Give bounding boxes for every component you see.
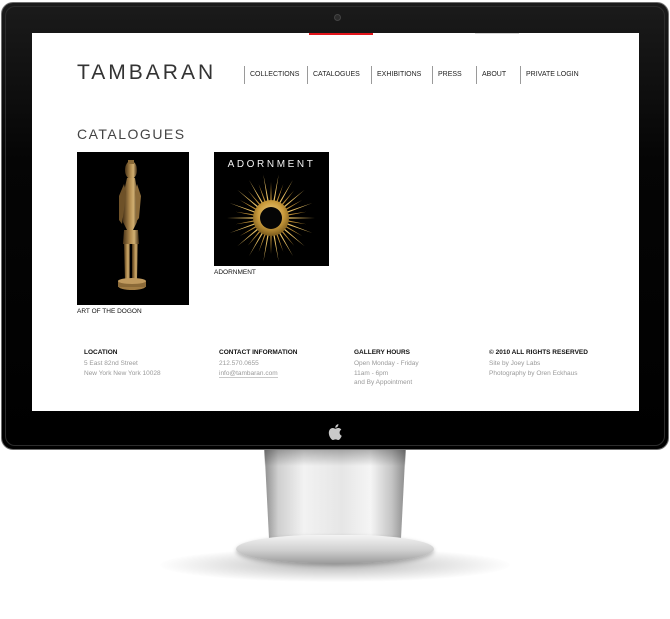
nav-collections[interactable]: COLLECTIONS	[244, 66, 307, 84]
ornament-ray	[235, 220, 256, 225]
page-title: CATALOGUES	[77, 126, 186, 142]
footer-heading: GALLERY HOURS	[354, 349, 410, 356]
footer-hours: GALLERY HOURS Open Monday - Friday 11am …	[354, 349, 489, 388]
ornament-center	[260, 207, 282, 229]
nav-private-login[interactable]: PRIVATE LOGIN	[520, 66, 584, 84]
ornament-ray	[284, 225, 303, 236]
site-footer: LOCATION 5 East 82nd Street New York New…	[84, 349, 624, 388]
ornament-ray	[284, 200, 303, 211]
site-logo[interactable]: TAMBARAN	[77, 61, 216, 85]
ornament-ray	[229, 202, 257, 214]
ornament-ray	[285, 222, 313, 234]
ornament-ray	[235, 211, 256, 216]
ornament-ray	[270, 233, 272, 254]
nav-about[interactable]: ABOUT	[476, 66, 520, 84]
credit-line[interactable]: Photography by Oren Eckhaus	[489, 369, 624, 379]
footer-rights: © 2010 ALL RIGHTS RESERVED Site by Joey …	[489, 349, 624, 388]
credit-line[interactable]: Site by Joey Labs	[489, 359, 624, 369]
apple-logo-icon	[326, 422, 348, 442]
main-nav: COLLECTIONS CATALOGUES EXHIBITIONS PRESS…	[244, 66, 584, 84]
ornament-ray	[270, 182, 272, 203]
monitor-stand-base	[236, 535, 434, 563]
address-line: New York New York 10028	[84, 369, 161, 377]
ornament-ray	[286, 211, 307, 216]
footer-contact: CONTACT INFORMATION 212.570.0655 info@ta…	[219, 349, 354, 388]
ornament-ray	[227, 217, 256, 219]
footer-location: LOCATION 5 East 82nd Street New York New…	[84, 349, 219, 388]
nav-press[interactable]: PRESS	[432, 66, 476, 84]
ornament-ray	[275, 232, 284, 252]
ornament-ray	[229, 222, 257, 234]
catalogue-caption[interactable]: ADORNMENT	[214, 269, 329, 276]
dogon-figure-image[interactable]	[77, 152, 189, 305]
ornament-ray	[258, 232, 267, 252]
hours-line: 11am - 6pm	[354, 369, 389, 377]
footer-heading: LOCATION	[84, 349, 118, 356]
ornament-ray	[275, 184, 284, 204]
nav-exhibitions[interactable]: EXHIBITIONS	[371, 66, 432, 84]
adornment-ornament-image[interactable]: ADORNMENT	[214, 152, 329, 266]
ornament-ray	[286, 217, 315, 219]
phone-number: 212.570.0655	[219, 360, 259, 367]
camera-icon	[334, 14, 341, 21]
hours-line: Open Monday - Friday	[354, 360, 419, 367]
footer-heading: CONTACT INFORMATION	[219, 349, 298, 356]
catalogue-card-dogon[interactable]: ART OF THE DOGON	[77, 152, 189, 315]
ornament-ray	[258, 184, 267, 204]
ornament-ray	[239, 225, 258, 236]
active-nav-indicator	[309, 33, 373, 35]
screen: TAMBARAN COLLECTIONS CATALOGUES EXHIBITI…	[32, 33, 639, 411]
address-line: 5 East 82nd Street	[84, 360, 138, 367]
catalogue-caption[interactable]: ART OF THE DOGON	[77, 308, 189, 315]
catalogue-card-adornment[interactable]: ADORNMENT ADORNMENT	[214, 152, 329, 276]
ornament-ray	[286, 220, 307, 225]
ornament-ray	[239, 200, 258, 211]
nav-catalogues[interactable]: CATALOGUES	[307, 66, 371, 84]
email-link[interactable]: info@tambaran.com	[219, 369, 278, 378]
nav-indicator-secondary	[475, 33, 519, 34]
ornament-ray	[285, 202, 313, 214]
hours-line: and By Appointment	[354, 379, 413, 386]
footer-heading: © 2010 ALL RIGHTS RESERVED	[489, 349, 588, 356]
